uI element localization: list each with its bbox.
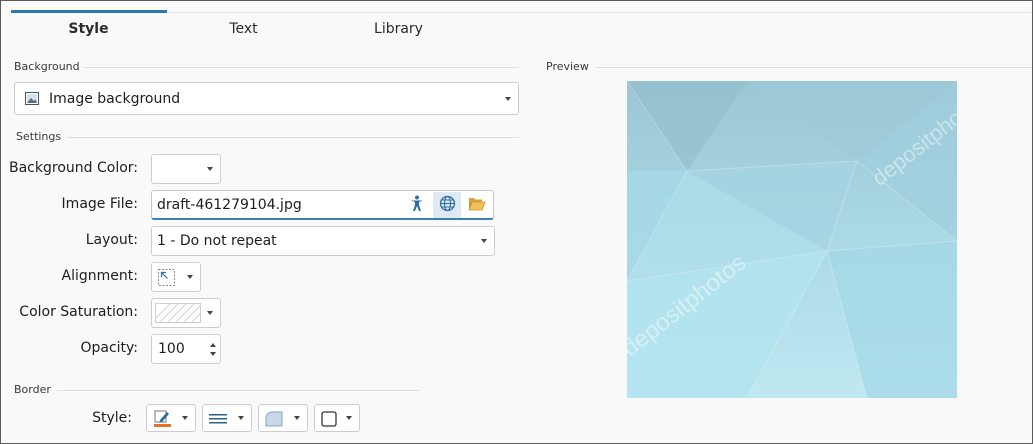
- border-group-label: Border: [14, 383, 51, 396]
- chevron-down-icon: [207, 311, 213, 315]
- chevron-down-icon: [481, 239, 487, 243]
- settings-group-label: Settings: [16, 130, 62, 143]
- image-file-input[interactable]: draft-461279104.jpg: [151, 190, 494, 220]
- layout-label: Layout:: [85, 232, 138, 248]
- border-color-pen-icon: [154, 410, 171, 431]
- background-group-label: Background: [14, 60, 80, 73]
- corner-radius-button[interactable]: [258, 404, 308, 432]
- opacity-value: 100: [158, 341, 185, 357]
- image-file-label: Image File:: [61, 196, 138, 212]
- preview-group-label: Preview: [546, 60, 589, 73]
- preview-group-line: [596, 67, 1032, 68]
- border-box-button[interactable]: [314, 404, 360, 432]
- chevron-down-icon: [346, 416, 352, 420]
- border-style-label: Style:: [92, 410, 132, 426]
- style-panel-window: Style Text Library Background Image back…: [0, 0, 1033, 444]
- corner-radius-icon: [265, 411, 283, 431]
- chevron-down-icon: [505, 96, 511, 101]
- open-folder-icon: [468, 196, 486, 215]
- color-saturation-label: Color Saturation:: [19, 304, 138, 320]
- border-group-line: [57, 390, 419, 391]
- accessibility-button[interactable]: [403, 192, 431, 218]
- background-color-picker[interactable]: [151, 154, 221, 184]
- accessibility-icon: [409, 195, 425, 216]
- chevron-down-icon: [294, 416, 300, 420]
- saturation-swatch-icon: [150, 302, 212, 327]
- web-globe-icon: [439, 195, 456, 216]
- alignment-label: Alignment:: [61, 268, 138, 284]
- chevron-down-icon: [187, 275, 193, 279]
- background-type-value: Image background: [49, 90, 181, 107]
- image-file-value: draft-461279104.jpg: [157, 196, 302, 213]
- tab-library[interactable]: Library: [321, 1, 476, 41]
- chevron-down-icon: [182, 416, 188, 420]
- background-group-line: [83, 67, 519, 68]
- background-color-label: Background Color:: [9, 160, 138, 176]
- border-box-icon: [321, 411, 337, 431]
- line-style-icon: [209, 412, 227, 430]
- tab-text[interactable]: Text: [166, 1, 321, 41]
- align-top-left-icon: [158, 269, 175, 290]
- background-type-select[interactable]: Image background: [14, 82, 519, 115]
- opacity-label: Opacity:: [80, 340, 138, 356]
- border-color-button[interactable]: [146, 404, 196, 432]
- image-icon: [25, 92, 39, 109]
- settings-group-line: [67, 137, 519, 138]
- layout-value: 1 - Do not repeat: [157, 233, 277, 249]
- spin-down-icon[interactable]: [210, 352, 216, 356]
- color-saturation-picker[interactable]: [150, 298, 221, 328]
- alignment-picker[interactable]: [151, 262, 201, 292]
- preview-image: depositphotos depositphotos: [627, 81, 957, 398]
- web-image-button[interactable]: [433, 192, 461, 218]
- browse-file-button[interactable]: [463, 192, 491, 218]
- spin-up-icon[interactable]: [210, 343, 216, 347]
- opacity-spinner[interactable]: 100: [151, 334, 221, 364]
- line-style-button[interactable]: [202, 404, 252, 432]
- chevron-down-icon: [207, 167, 213, 171]
- layout-select[interactable]: 1 - Do not repeat: [151, 226, 495, 256]
- chevron-down-icon: [238, 416, 244, 420]
- tab-style[interactable]: Style: [11, 1, 166, 41]
